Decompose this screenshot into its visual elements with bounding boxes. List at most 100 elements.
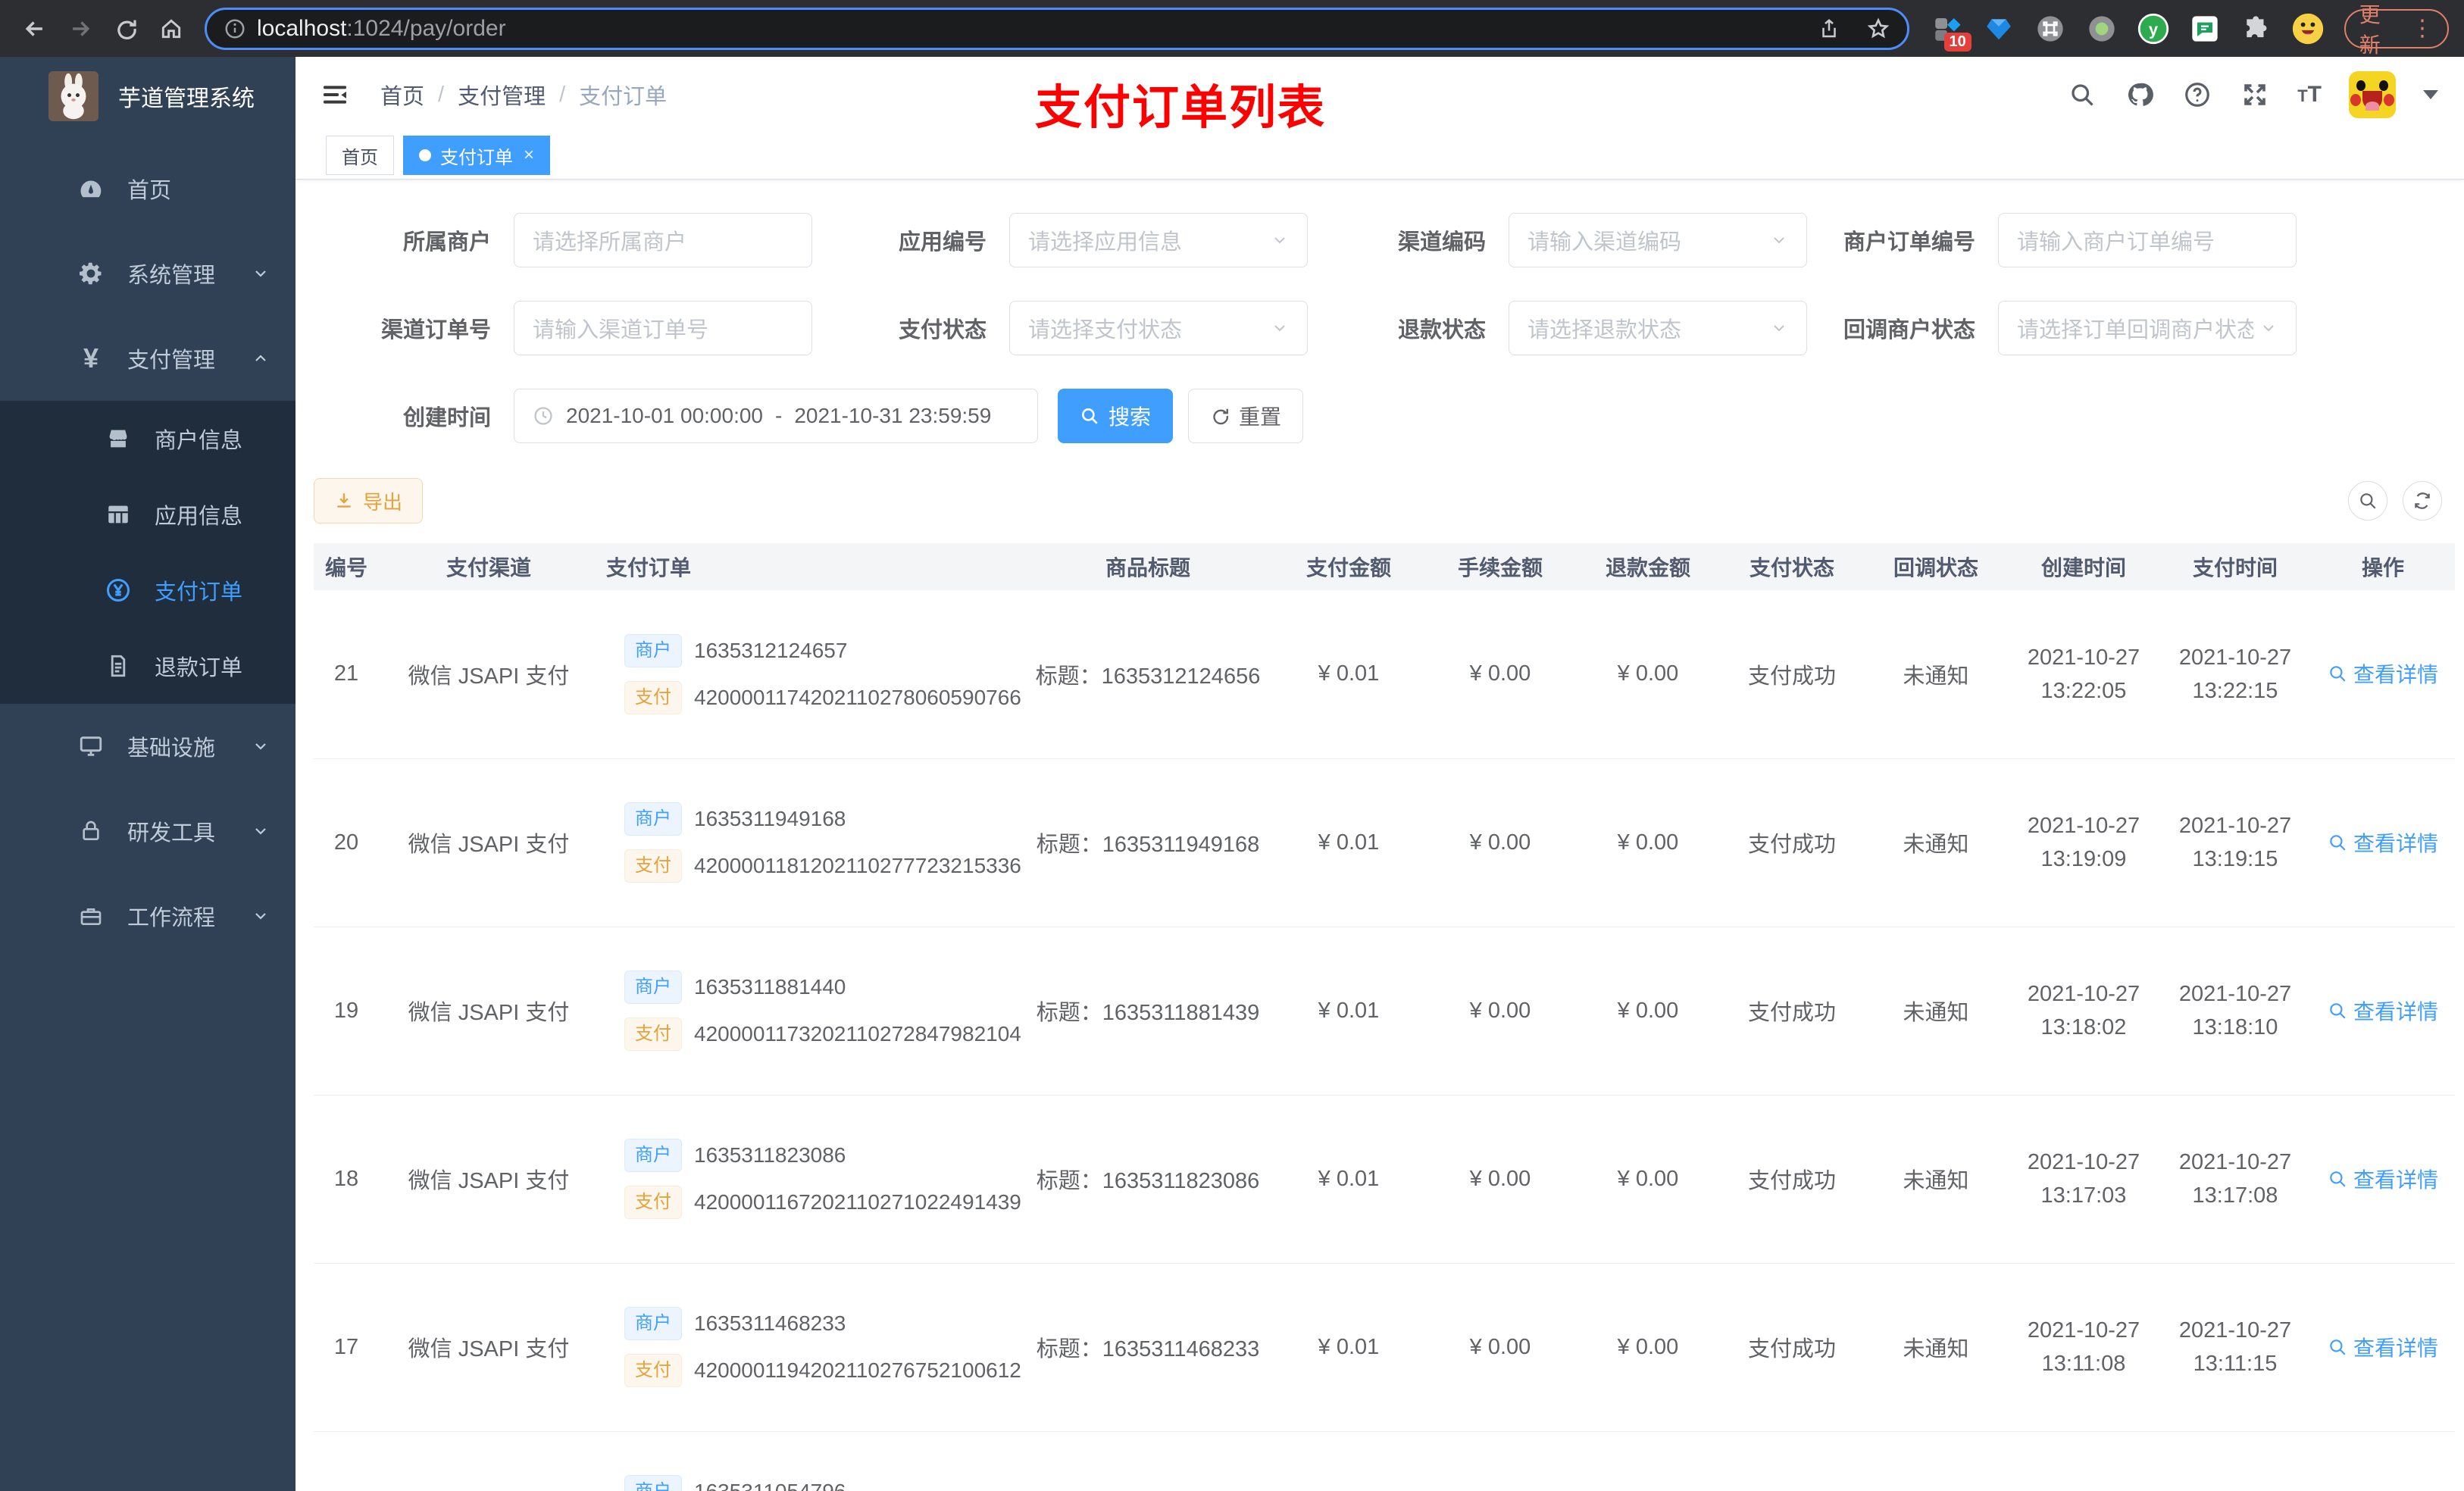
pay-channel: 微信 JSAPI 支付 [379, 590, 599, 759]
browser-chrome: localhost :1024/pay/order 10 y 更新 ⋮ [0, 0, 2464, 57]
export-button[interactable]: 导出 [314, 478, 424, 524]
breadcrumb-current: 支付订单 [579, 85, 668, 109]
search-icon[interactable] [2067, 80, 2097, 110]
browser-home-icon[interactable] [152, 9, 191, 48]
merchant-tag: 商户 [624, 633, 682, 667]
pay-channel: 微信 JSAPI 支付 [379, 1095, 599, 1264]
sidebar-item-merchant-info[interactable]: 商户信息 [0, 401, 295, 477]
extension-y-icon[interactable]: y [2137, 12, 2170, 45]
pay-status-select[interactable]: 请选择支付状态 [1009, 301, 1308, 355]
channel-order-no-input[interactable]: 请输入渠道订单号 [514, 301, 812, 355]
notify-status-select[interactable]: 请选择订单回调商户状态 [1998, 301, 2297, 355]
create-time-range-picker[interactable]: 2021-10-01 00:00:00 - 2021-10-31 23:59:5… [514, 389, 1038, 443]
sidebar-item-pay-order[interactable]: 支付订单 [0, 552, 295, 628]
sidebar-item-system[interactable]: 系统管理 [0, 231, 295, 316]
browser-refresh-icon[interactable] [106, 9, 145, 48]
view-detail-link[interactable]: 查看详情 [2328, 827, 2438, 858]
sidebar-item-refund-order[interactable]: 退款订单 [0, 628, 295, 704]
filter-label: 支付状态 [898, 318, 987, 342]
url-bar[interactable]: localhost :1024/pay/order [205, 7, 1909, 50]
browser-back-icon[interactable] [15, 9, 55, 48]
font-size-icon[interactable]: TT [2297, 82, 2322, 108]
merchant-tag: 商户 [624, 1475, 682, 1491]
avatar[interactable] [2349, 71, 2396, 118]
created-time: 2021-10-27 13:11:08 [2008, 1263, 2159, 1432]
help-icon[interactable] [2182, 80, 2212, 110]
yen-icon: ¥ [83, 342, 99, 374]
channel-pay-no: 4200001174202110278060590766 [694, 685, 1021, 709]
refresh-table-button[interactable] [2403, 481, 2442, 520]
view-detail-link[interactable]: 查看详情 [2328, 658, 2438, 689]
col-refund: 退款金额 [1576, 543, 1720, 590]
table-row: 19 微信 JSAPI 支付 商户 1635311881440 支付 42000… [314, 927, 2455, 1096]
close-icon[interactable]: × [524, 145, 534, 166]
pay-order-cell: 商户 1635311054796 支付 [599, 1475, 1023, 1491]
order-id [314, 1431, 379, 1491]
reset-button[interactable]: 重置 [1188, 389, 1304, 443]
sidebar-item-pay-management[interactable]: ¥ 支付管理 [0, 316, 295, 401]
extension-row: 10 y [1931, 12, 2325, 52]
sidebar-item-home[interactable]: 首页 [0, 146, 295, 231]
extension-utools-icon[interactable]: 10 [1931, 12, 1972, 52]
merchant-order-no-input[interactable]: 请输入商户订单编号 [1998, 213, 2297, 267]
extension-gray-dot-icon[interactable] [2085, 12, 2118, 45]
avatar-caret-icon[interactable] [2423, 90, 2438, 99]
site-info-icon[interactable] [224, 17, 246, 40]
pay-order-cell: 商户 1635311468233 支付 42000011942021102767… [599, 1307, 1023, 1387]
sidebar-logo[interactable]: 芋道管理系统 [0, 57, 295, 136]
extension-gem-icon[interactable] [1982, 12, 2015, 45]
order-id: 18 [314, 1095, 379, 1264]
channel-code-select[interactable]: 请输入渠道编码 [1509, 213, 1807, 267]
pay-tag: 支付 [624, 680, 682, 714]
extension-emoji-icon[interactable] [2291, 12, 2325, 45]
pay-amount: ¥ 0.01 [1273, 1095, 1424, 1264]
tab-pay-order[interactable]: 支付订单 × [403, 136, 551, 175]
monitor-icon [76, 731, 106, 761]
sidebar-item-workflow[interactable]: 工作流程 [0, 874, 295, 958]
url-host: localhost [257, 15, 347, 41]
search-button[interactable]: 搜索 [1058, 389, 1174, 443]
date-start: 2021-10-01 00:00:00 [566, 404, 763, 427]
filter-label: 创建时间 [402, 406, 491, 430]
pay-amount: ¥ 0.01 [1273, 758, 1424, 927]
browser-menu-icon[interactable]: ⋮ [2411, 17, 2434, 40]
toggle-search-button[interactable] [2348, 481, 2387, 520]
page-content: 所属商户 请选择所属商户 应用编号 请选择应用信息 渠道编码 请输入渠道编码 商… [295, 180, 2464, 1491]
breadcrumb-home[interactable]: 首页 [380, 79, 424, 111]
goods-title: 标题：1635311823086 [1023, 1095, 1273, 1264]
browser-forward-icon[interactable] [61, 9, 100, 48]
breadcrumb-pay-management[interactable]: 支付管理 [458, 79, 546, 111]
tab-home[interactable]: 首页 [326, 136, 394, 175]
fullscreen-icon[interactable] [2240, 80, 2270, 110]
sidebar-item-label: 商户信息 [155, 429, 243, 453]
sidebar-item-label: 应用信息 [155, 505, 243, 529]
clock-icon [533, 405, 554, 427]
merchant-filter-input[interactable]: 请选择所属商户 [514, 213, 812, 267]
sidebar-item-dev-tools[interactable]: 研发工具 [0, 789, 295, 874]
extension-command-icon[interactable] [2034, 12, 2067, 45]
view-detail-link[interactable]: 查看详情 [2328, 996, 2438, 1026]
share-icon[interactable] [1818, 17, 1840, 40]
filter-label: 应用编号 [898, 230, 987, 255]
merchant-order-no: 1635311054796 [694, 1480, 846, 1491]
extension-chat-icon[interactable] [2188, 12, 2222, 45]
navbar-actions: TT [2067, 71, 2464, 118]
view-detail-link[interactable]: 查看详情 [2328, 1164, 2438, 1194]
app-filter-select[interactable]: 请选择应用信息 [1009, 213, 1308, 267]
view-detail-link[interactable]: 查看详情 [2328, 1332, 2438, 1362]
paid-time: 2021-10-27 13:11:15 [2159, 1263, 2311, 1432]
browser-update-button[interactable]: 更新 ⋮ [2344, 3, 2449, 57]
order-id: 20 [314, 758, 379, 927]
pay-tag: 支付 [624, 1186, 682, 1219]
extensions-puzzle-icon[interactable] [2240, 12, 2273, 45]
sidebar-item-app-info[interactable]: 应用信息 [0, 477, 295, 552]
refund-status-select[interactable]: 请选择退款状态 [1509, 301, 1807, 355]
fee-amount: ¥ 0.00 [1424, 758, 1576, 927]
sidebar-item-label: 基础设施 [127, 736, 216, 761]
pay-status: 支付成功 [1720, 758, 1864, 927]
sidebar-collapse-icon[interactable] [318, 78, 352, 111]
merchant-tag: 商户 [624, 1139, 682, 1172]
bookmark-star-icon[interactable] [1866, 17, 1890, 41]
sidebar-item-infra[interactable]: 基础设施 [0, 704, 295, 789]
github-icon[interactable] [2125, 80, 2155, 110]
